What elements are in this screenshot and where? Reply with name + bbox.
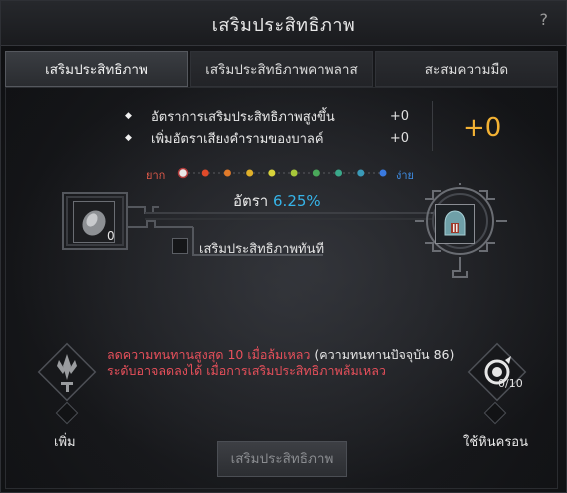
difficulty-dot [201,169,209,177]
window-title: เสริมประสิทธิภาพ [211,15,356,36]
bullet-diamond-icon: ◆ [125,133,132,143]
bonus-list: ◆ อัตราการเสริมประสิทธิภาพสูงขึ้น +0 ◆ เ… [125,105,409,149]
difficulty-dot [246,169,254,177]
bonus-value: +0 [389,130,409,146]
warning-line-durability: ลดความทนทานสูงสุด 10 เมื่อล้มเหลว (ความท… [107,347,467,363]
tab-darkness-accumulation[interactable]: สะสมความมืด [375,51,558,87]
warning-durability-text: ลดความทนทานสูงสุด 10 เมื่อล้มเหลว [107,347,311,362]
difficulty-scale [177,167,387,179]
tab-caphras-enhance[interactable]: เสริมประสิทธิภาพคาพลาส [190,51,373,87]
help-icon[interactable]: ? [540,10,549,29]
enhancement-window: เสริมประสิทธิภาพ ? เสริมประสิทธิภาพ เสริ… [0,0,567,493]
difficulty-dot [223,169,231,177]
difficulty-dot [268,169,276,177]
cron-stone-button[interactable] [461,336,533,408]
black-stone-count: 0 [107,229,115,243]
divider [432,101,433,151]
cron-stone-label: ใช้หินครอน [463,435,528,450]
difficulty-dot [177,167,189,179]
helmet-icon [444,210,466,236]
equipment-slot[interactable] [435,204,475,244]
enhance-button[interactable]: เสริมประสิทธิภาพ [217,441,347,477]
cron-stone-count: 0/10 [498,377,523,390]
bonus-value: +0 [389,108,409,124]
bonus-text: อัตราการเสริมประสิทธิภาพสูงขึ้น [151,109,335,125]
difficulty-hard-label: ยาก [146,169,166,182]
difficulty-dot [312,169,320,177]
difficulty-dot [335,169,343,177]
bonus-text: เพิ่มอัตราเสียงคำรามของบาลค์ [151,131,324,147]
bonus-total: +0 [463,113,502,143]
difficulty-dot [379,169,387,177]
add-button-label: เพิ่ม [54,435,76,450]
warning-current-durability: (ความทนทานปัจจุบัน 86) [310,347,455,362]
failure-warning: ลดความทนทานสูงสุด 10 เมื่อล้มเหลว (ความท… [107,347,467,379]
instant-enhance-label: เสริมประสิทธิภาพทันที [199,242,325,257]
instant-enhance-checkbox[interactable] [172,238,188,254]
title-bar[interactable]: เสริมประสิทธิภาพ ? [1,1,566,46]
difficulty-dot [290,169,298,177]
tab-enhance[interactable]: เสริมประสิทธิภาพ [5,51,188,87]
bullet-diamond-icon: ◆ [125,111,132,121]
add-stone-button[interactable] [31,336,103,408]
warning-downgrade-text: ระดับอาจลดลงได้ เมื่อการเสริมประสิทธิภาพ… [107,363,386,378]
bonus-row: ◆ อัตราการเสริมประสิทธิภาพสูงขึ้น +0 [125,105,409,127]
bonus-row: ◆ เพิ่มอัตราเสียงคำรามของบาลค์ +0 [125,127,409,149]
tab-bar: เสริมประสิทธิภาพ เสริมประสิทธิภาพคาพลาส … [5,51,558,87]
difficulty-easy-label: ง่าย [396,169,414,182]
difficulty-dot [357,169,365,177]
